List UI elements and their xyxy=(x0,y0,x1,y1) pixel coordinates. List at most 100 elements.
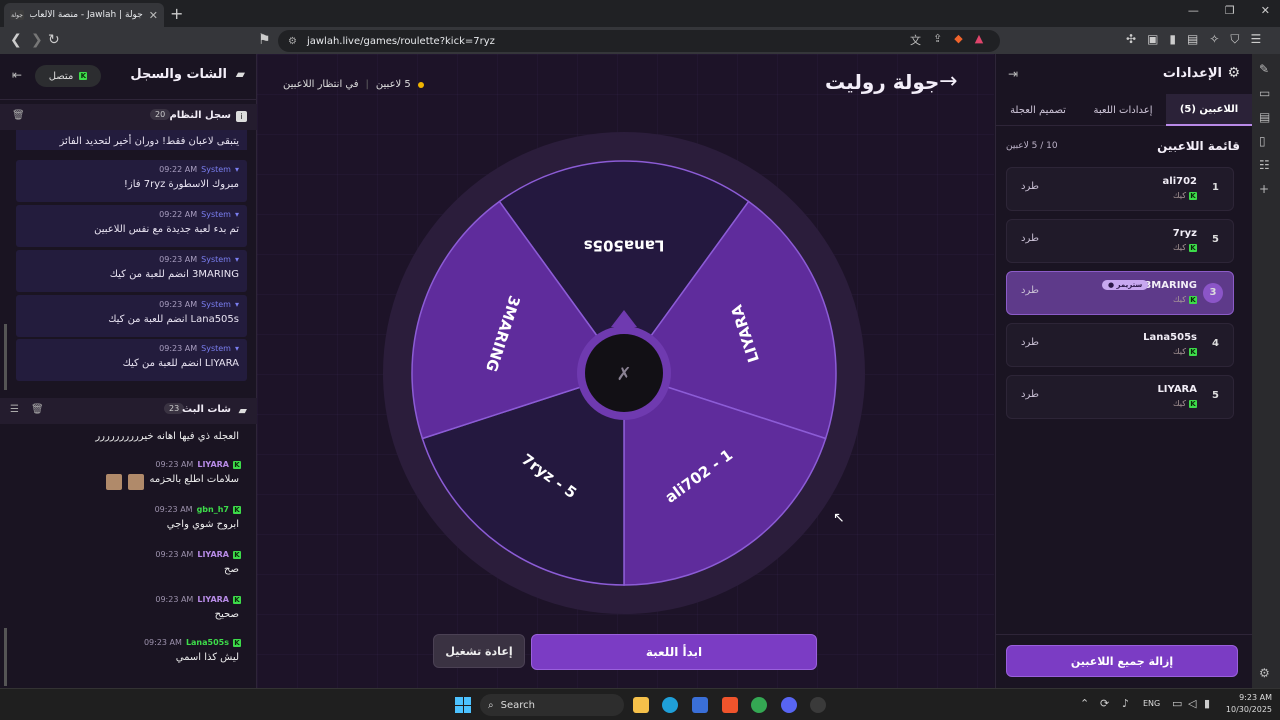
wheel-segment-label: Lana505s xyxy=(584,237,665,255)
message-author[interactable]: LIYARA xyxy=(197,550,229,559)
address-bar[interactable]: ⚙ jawlah.live/games/roulette?kick=7ryz xyxy=(278,30,1000,52)
status-dot xyxy=(417,81,424,88)
gear-icon: ⚙ xyxy=(1227,65,1240,81)
brave-rewards-icon[interactable]: ▲ xyxy=(975,32,983,48)
leo-chat-icon[interactable]: ✎ xyxy=(1259,62,1269,76)
kick-player-button[interactable]: طرد xyxy=(1021,337,1039,348)
collapse-panel-icon[interactable]: ⇤ xyxy=(12,68,22,82)
tray-overflow-icon[interactable]: ⌃ xyxy=(1080,697,1089,710)
bookmarks-rail-icon[interactable]: ▯ xyxy=(1259,134,1266,148)
start-icon[interactable] xyxy=(455,697,471,713)
leo-icon[interactable]: ✧ xyxy=(1209,32,1219,47)
share-icon[interactable]: ⇪ xyxy=(933,32,942,48)
clock-time: 9:23 AM xyxy=(1239,693,1272,702)
sync-icon[interactable]: ⟳ xyxy=(1100,697,1109,710)
message-author[interactable]: Lana505s xyxy=(186,638,229,647)
microphone-icon[interactable]: ♪ xyxy=(1122,697,1129,710)
message-time: 09:23 AM xyxy=(143,638,182,647)
url-text: jawlah.live/games/roulette?kick=7ryz xyxy=(306,35,495,47)
player-platform: كيك K xyxy=(1173,243,1197,252)
media-icon[interactable]: ▣ xyxy=(1147,32,1158,47)
brave-icon[interactable] xyxy=(722,697,738,713)
display-icon[interactable]: ▭ xyxy=(1172,697,1182,710)
forward-icon[interactable]: ❯ xyxy=(31,32,43,48)
start-game-button[interactable]: ابدأ اللعبة xyxy=(531,634,817,670)
chrome-icon[interactable] xyxy=(751,697,767,713)
clock[interactable]: 9:23 AM 10/30/2025 xyxy=(1222,692,1272,716)
language-indicator[interactable]: ENG xyxy=(1143,699,1160,708)
edge-icon[interactable] xyxy=(662,697,678,713)
kick-player-button[interactable]: طرد xyxy=(1021,181,1039,192)
system-icon: ▾ xyxy=(234,255,239,264)
page-title: جولة روليت xyxy=(825,70,940,94)
taskbar-search[interactable]: ⌕ Search xyxy=(480,694,624,716)
player-row-highlighted: 3 3MARING ● ستريمر كيك K طرد xyxy=(1006,271,1234,315)
browser-nav-bar: ❮ ❯ ↻ ⚑ ⚙ jawlah.live/games/roulette?kic… xyxy=(0,27,1280,54)
browser-tab[interactable]: جولة جولة | Jawlah - منصة الألعاب التفا … xyxy=(4,3,164,27)
wallet-icon[interactable]: ▤ xyxy=(1187,32,1198,47)
tab-game-settings[interactable]: إعدادات اللعبة xyxy=(1080,94,1166,126)
streamer-badge: ● ستريمر xyxy=(1102,280,1149,290)
message-time: 09:23 AM xyxy=(154,505,193,514)
close-tab-icon[interactable]: ✕ xyxy=(149,9,158,22)
back-arrow-icon[interactable]: → xyxy=(939,69,957,94)
tab-wheel-design[interactable]: تصميم العجلة xyxy=(996,94,1080,126)
message-author: System xyxy=(201,300,231,309)
store-icon[interactable] xyxy=(692,697,708,713)
settings-panel: ⇥ الإعدادات ⚙ اللاعبين (5) إعدادات اللعب… xyxy=(995,54,1252,688)
app-icon[interactable] xyxy=(810,697,826,713)
message-author[interactable]: gbn_h7 xyxy=(197,505,229,514)
emote-image xyxy=(106,474,122,490)
restore-icon[interactable]: ❐ xyxy=(1225,4,1235,17)
roulette-wheel[interactable]: Lana505sLIYARAali702 - 17ryz - 53MARING … xyxy=(383,132,865,614)
connection-status: متصل K xyxy=(35,65,101,87)
close-window-icon[interactable]: ✕ xyxy=(1261,4,1270,17)
discord-icon[interactable] xyxy=(781,697,797,713)
extensions-icon[interactable]: ✣ xyxy=(1126,32,1136,47)
game-area: 5 لاعبين | في انتظار اللاعبين جولة روليت… xyxy=(257,54,994,688)
chat-message: 09:23 AM LIYARA K سلامات اطلع بالحزمه xyxy=(0,460,257,504)
add-panel-icon[interactable]: + xyxy=(1259,182,1269,196)
system-log-count: 20 xyxy=(150,109,171,120)
stream-chat-header: ☰ 🗑 23 شات البث ▰ xyxy=(0,398,257,424)
sidebar-toggle-icon[interactable]: ▮ xyxy=(1169,32,1176,47)
player-row: 1 ali702 كيك K طرد xyxy=(1006,167,1234,211)
message-author[interactable]: LIYARA xyxy=(197,595,229,604)
menu-icon[interactable]: ☰ xyxy=(1250,32,1261,47)
translate-icon[interactable]: 文 xyxy=(910,32,921,48)
filter-icon[interactable]: ☰ xyxy=(10,404,19,415)
sidebar-settings-icon[interactable]: ⚙ xyxy=(1259,666,1270,680)
media-player-icon[interactable]: ▭ xyxy=(1259,86,1270,100)
system-log-scrollbar[interactable] xyxy=(4,324,7,390)
kick-player-button[interactable]: طرد xyxy=(1021,285,1039,296)
clear-chat-icon[interactable]: 🗑 xyxy=(31,404,44,415)
tab-players[interactable]: اللاعبين (5) xyxy=(1166,94,1252,126)
minimize-icon[interactable]: — xyxy=(1188,4,1199,17)
volume-icon[interactable]: ◁ xyxy=(1188,697,1196,710)
reload-icon[interactable]: ↻ xyxy=(48,32,60,48)
kick-player-button[interactable]: طرد xyxy=(1021,389,1039,400)
system-log-title: سجل النظام xyxy=(169,110,231,121)
collapse-settings-icon[interactable]: ⇥ xyxy=(1008,67,1018,81)
clear-log-icon[interactable]: 🗑 xyxy=(12,110,25,121)
message-author: System xyxy=(201,255,231,264)
battery-icon[interactable]: ▮ xyxy=(1204,697,1210,710)
vpn-icon[interactable]: ⛉ xyxy=(1230,32,1239,47)
wallet-rail-icon[interactable]: ▤ xyxy=(1259,110,1270,124)
remove-all-players-button[interactable]: إزالة جميع اللاعبين xyxy=(1006,645,1238,677)
bookmark-icon[interactable]: ⚑ xyxy=(258,32,271,48)
message-author[interactable]: LIYARA xyxy=(197,460,229,469)
restart-button[interactable]: إعادة تشغيل xyxy=(433,634,525,668)
file-explorer-icon[interactable] xyxy=(633,697,649,713)
site-info-icon[interactable]: ⚙ xyxy=(288,36,297,47)
kick-icon: K xyxy=(1189,347,1197,356)
reading-list-icon[interactable]: ☷ xyxy=(1259,158,1270,172)
message-time: 09:22 AM xyxy=(159,165,198,174)
info-icon: i xyxy=(236,111,247,122)
kick-player-button[interactable]: طرد xyxy=(1021,233,1039,244)
brave-shield-icon[interactable]: ◆ xyxy=(954,32,962,48)
kick-icon: K xyxy=(1189,295,1197,304)
back-icon[interactable]: ❮ xyxy=(10,32,22,48)
player-name: Lana505s xyxy=(1143,332,1197,343)
new-tab-icon[interactable]: + xyxy=(170,4,183,23)
